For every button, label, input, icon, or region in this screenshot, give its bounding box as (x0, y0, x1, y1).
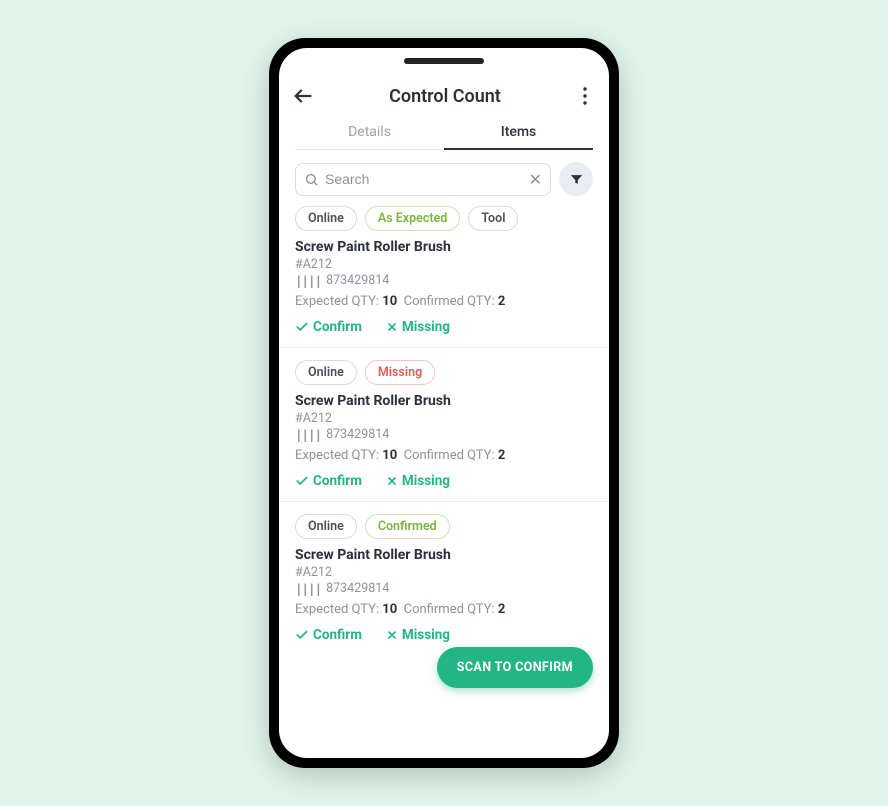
missing-label: Missing (402, 473, 450, 489)
confirmed-qty-value: 2 (498, 448, 505, 463)
x-icon (386, 475, 398, 487)
item-name: Screw Paint Roller Brush (295, 393, 593, 409)
check-icon (295, 474, 309, 488)
barcode-value: 873429814 (326, 273, 389, 288)
confirm-label: Confirm (313, 319, 362, 335)
list-item: Online Confirmed Screw Paint Roller Brush #… (279, 514, 609, 655)
confirm-action[interactable]: Confirm (295, 319, 362, 335)
confirm-action[interactable]: Confirm (295, 473, 362, 489)
more-menu-icon[interactable] (575, 87, 595, 105)
confirmed-qty-label: Confirmed QTY: (404, 602, 498, 617)
missing-action[interactable]: Missing (386, 627, 450, 643)
item-code: #A212 (295, 411, 593, 426)
status-chip[interactable]: Online (295, 360, 357, 385)
filter-icon (569, 172, 584, 187)
expected-qty-label: Expected QTY: (295, 448, 382, 463)
item-name: Screw Paint Roller Brush (295, 547, 593, 563)
barcode-row: |||| 873429814 (295, 427, 593, 442)
chip-row: Online As Expected Tool (295, 206, 593, 231)
filter-button[interactable] (559, 162, 593, 196)
page-title: Control Count (315, 86, 575, 107)
qty-row: Expected QTY: 10 Confirmed QTY: 2 (295, 448, 593, 463)
expected-qty-label: Expected QTY: (295, 294, 382, 309)
expected-qty-value: 10 (382, 448, 397, 463)
status-chip[interactable]: As Expected (365, 206, 461, 231)
expected-qty-label: Expected QTY: (295, 602, 382, 617)
missing-label: Missing (402, 319, 450, 335)
confirm-label: Confirm (313, 473, 362, 489)
missing-action[interactable]: Missing (386, 473, 450, 489)
chip-row: Online Missing (295, 360, 593, 385)
back-arrow-icon[interactable] (291, 84, 315, 108)
expected-qty-value: 10 (382, 602, 397, 617)
chip-row: Online Confirmed (295, 514, 593, 539)
barcode-value: 873429814 (326, 427, 389, 442)
x-icon (386, 321, 398, 333)
action-row: Confirm Missing (295, 627, 593, 643)
barcode-value: 873429814 (326, 581, 389, 596)
phone-frame: Control Count Details Items ✕ Online As E… (269, 38, 619, 768)
x-icon (386, 629, 398, 641)
item-name: Screw Paint Roller Brush (295, 239, 593, 255)
status-chip[interactable]: Confirmed (365, 514, 450, 539)
tab-details[interactable]: Details (295, 114, 444, 149)
tab-bar: Details Items (295, 114, 593, 150)
status-chip[interactable]: Tool (468, 206, 518, 231)
status-chip[interactable]: Online (295, 514, 357, 539)
barcode-icon: |||| (295, 581, 321, 596)
search-row: ✕ (279, 150, 609, 206)
search-box[interactable]: ✕ (295, 163, 551, 196)
search-icon (304, 172, 319, 187)
search-input[interactable] (325, 171, 523, 187)
clear-icon[interactable]: ✕ (529, 170, 542, 189)
check-icon (295, 320, 309, 334)
barcode-icon: |||| (295, 427, 321, 442)
action-row: Confirm Missing (295, 319, 593, 335)
status-chip[interactable]: Missing (365, 360, 435, 385)
scan-to-confirm-button[interactable]: SCAN TO CONFIRM (437, 647, 593, 688)
item-code: #A212 (295, 565, 593, 580)
item-code: #A212 (295, 257, 593, 272)
missing-action[interactable]: Missing (386, 319, 450, 335)
confirmed-qty-value: 2 (498, 602, 505, 617)
list-item: Online Missing Screw Paint Roller Brush #A2… (279, 360, 609, 502)
confirm-label: Confirm (313, 627, 362, 643)
app-bar: Control Count (279, 76, 609, 114)
tab-items[interactable]: Items (444, 114, 593, 149)
confirmed-qty-label: Confirmed QTY: (404, 294, 498, 309)
confirm-action[interactable]: Confirm (295, 627, 362, 643)
barcode-row: |||| 873429814 (295, 581, 593, 596)
action-row: Confirm Missing (295, 473, 593, 489)
expected-qty-value: 10 (382, 294, 397, 309)
missing-label: Missing (402, 627, 450, 643)
check-icon (295, 628, 309, 642)
confirmed-qty-label: Confirmed QTY: (404, 448, 498, 463)
confirmed-qty-value: 2 (498, 294, 505, 309)
qty-row: Expected QTY: 10 Confirmed QTY: 2 (295, 294, 593, 309)
status-chip[interactable]: Online (295, 206, 357, 231)
barcode-row: |||| 873429814 (295, 273, 593, 288)
qty-row: Expected QTY: 10 Confirmed QTY: 2 (295, 602, 593, 617)
barcode-icon: |||| (295, 273, 321, 288)
list-item: Online As Expected Tool Screw Paint Roller … (279, 206, 609, 348)
